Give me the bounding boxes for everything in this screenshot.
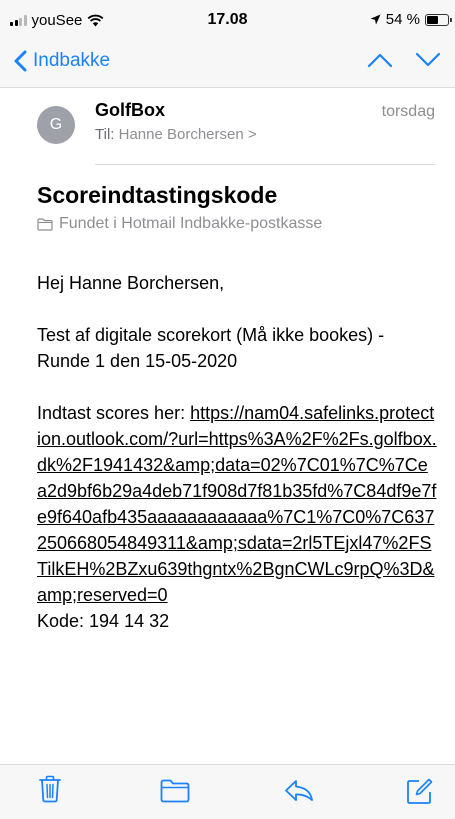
chevron-up-icon [367, 53, 393, 68]
battery-percent: 54 % [385, 11, 420, 28]
compose-icon [407, 778, 433, 804]
reply-icon [285, 780, 313, 801]
message-body: Hej Hanne Borchersen, Test af digitale s… [37, 270, 437, 634]
message-subject: Scoreindtastingskode [37, 182, 278, 208]
link-paragraph: Indtast scores her: https://nam04.safeli… [37, 400, 437, 608]
battery-icon [425, 13, 452, 26]
message-header: G GolfBox torsdag Til: Hanne Borchersen … [0, 88, 455, 165]
reply-button[interactable] [284, 779, 314, 808]
delete-button[interactable] [38, 775, 62, 808]
recipient-name: Hanne Borchersen > [118, 126, 257, 143]
chevron-down-icon [415, 52, 441, 67]
bottom-toolbar [0, 764, 455, 819]
folder-icon [37, 217, 53, 231]
back-label: Indbakke [33, 50, 111, 71]
next-message-button[interactable] [415, 52, 441, 73]
previous-message-button[interactable] [367, 52, 393, 73]
back-button[interactable]: Indbakke [14, 50, 110, 72]
message-date: torsdag [381, 103, 435, 120]
sender-name[interactable]: GolfBox [95, 100, 165, 121]
location-arrow-icon [370, 14, 381, 25]
avatar[interactable]: G [37, 106, 75, 144]
score-link[interactable]: https://nam04.safelinks.protection.outlo… [37, 403, 437, 605]
move-button[interactable] [160, 779, 190, 808]
greeting: Hej Hanne Borchersen, [37, 273, 225, 293]
status-right: 54 % [370, 11, 452, 28]
folder-label: Fundet i Hotmail Indbakke-postkasse [59, 215, 323, 232]
folder-location: Fundet i Hotmail Indbakke-postkasse [37, 215, 322, 233]
to-label: Til: [95, 126, 115, 143]
intro-text: Test af digitale scorekort (Må ikke book… [37, 325, 385, 371]
recipient-line[interactable]: Til: Hanne Borchersen > [95, 126, 257, 143]
folder-icon [160, 779, 190, 803]
status-bar: youSee 17.08 54 % [0, 0, 455, 38]
divider [95, 164, 435, 165]
chevron-left-icon [14, 50, 27, 72]
battery-level [427, 15, 438, 24]
compose-button[interactable] [406, 777, 434, 810]
trash-icon [39, 775, 61, 803]
link-prefix: Indtast scores her: [37, 403, 191, 423]
nav-bar: Indbakke [0, 38, 455, 88]
code-text: Kode: 194 14 32 [37, 611, 170, 631]
message-navigation [367, 52, 441, 73]
